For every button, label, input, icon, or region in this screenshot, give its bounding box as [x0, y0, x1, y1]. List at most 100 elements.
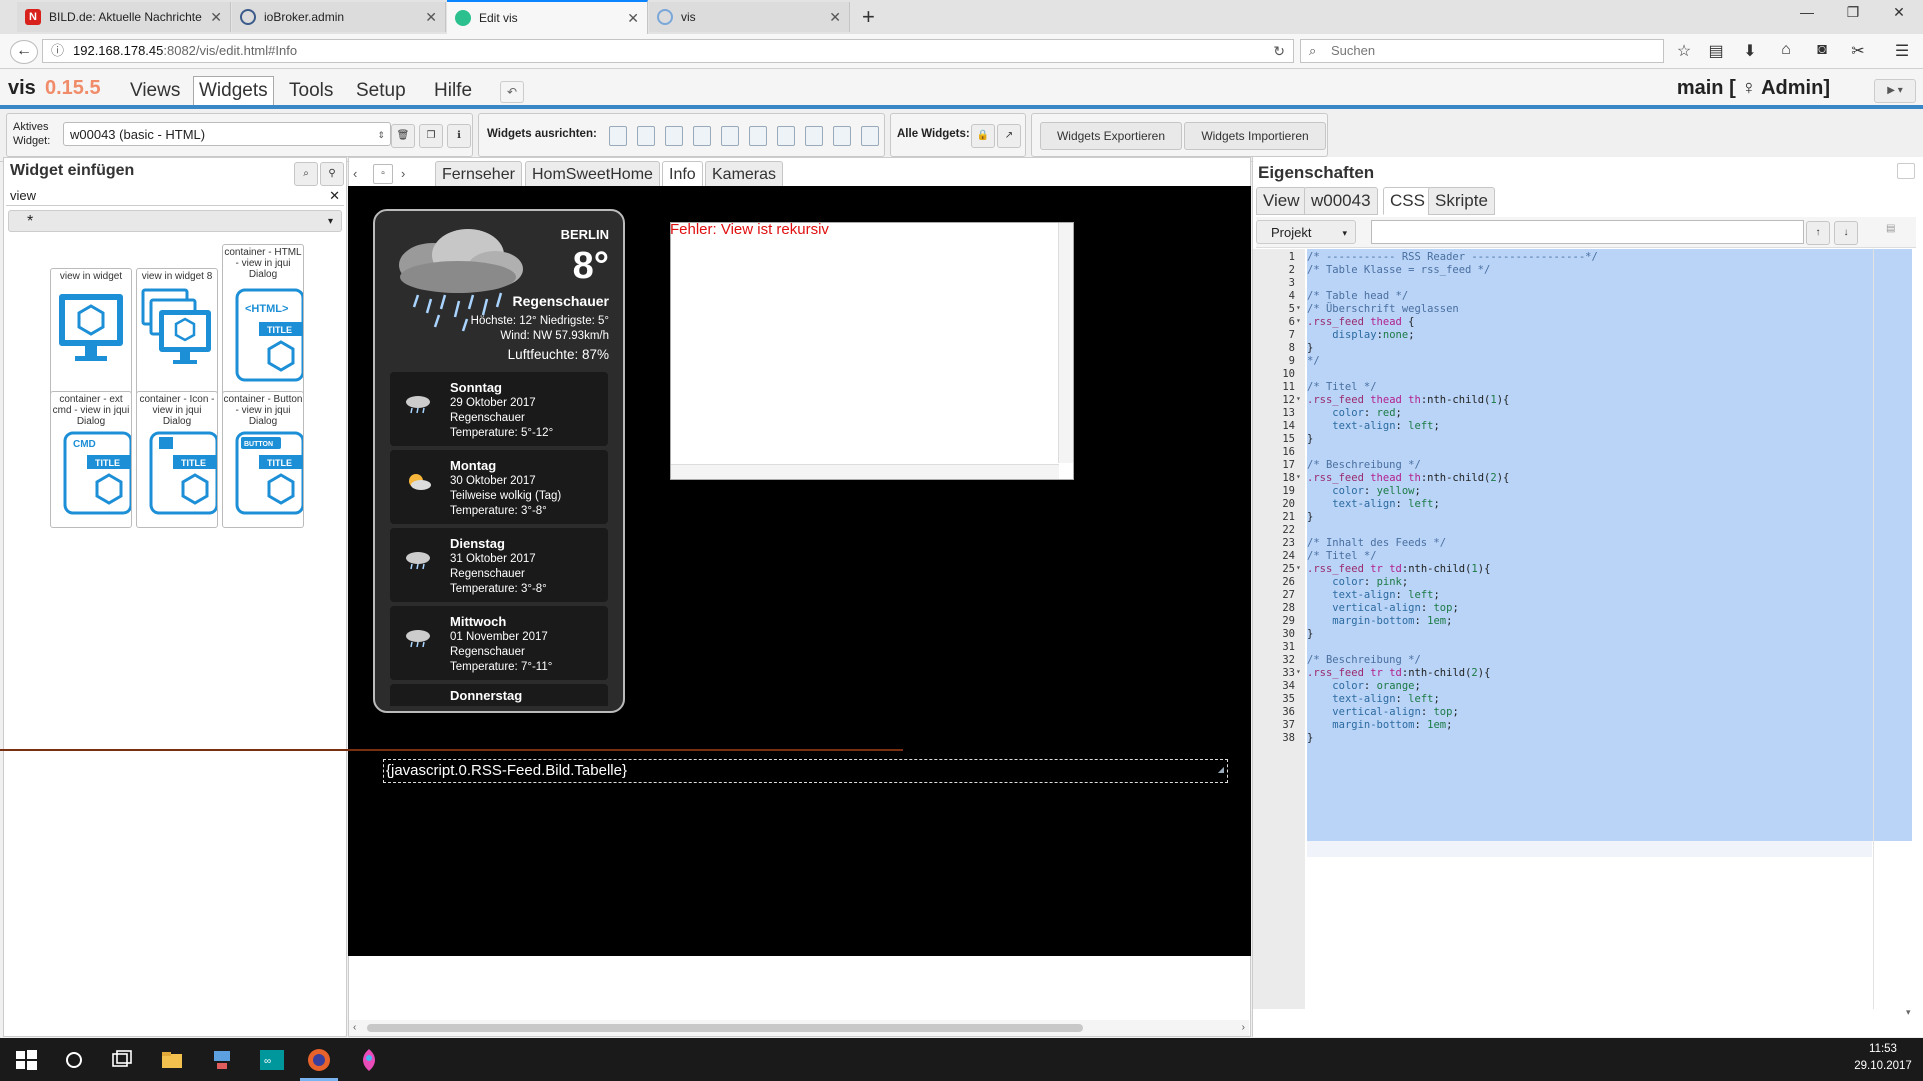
file-explorer-icon[interactable]: [158, 1046, 186, 1074]
network-app-icon[interactable]: [208, 1046, 236, 1074]
widget-filter-input[interactable]: view ✕: [6, 186, 344, 206]
close-tab-icon[interactable]: ✕: [425, 9, 437, 26]
browser-tab-edit-vis[interactable]: Edit vis ✕: [447, 0, 648, 34]
widget-tile-container-button[interactable]: container - Button - view in jqui Dialog…: [222, 391, 305, 528]
menu-tools[interactable]: Tools: [283, 76, 339, 106]
same-height-icon[interactable]: [861, 126, 879, 146]
pin-icon[interactable]: ⚲: [320, 162, 344, 186]
view-tab-info[interactable]: Info: [662, 161, 703, 189]
css-search-input[interactable]: [1371, 220, 1804, 244]
align-left-icon[interactable]: [609, 126, 627, 146]
scroll-thumb[interactable]: [367, 1024, 1083, 1032]
scroll-right-icon[interactable]: ›: [1242, 1022, 1245, 1033]
horizontal-scrollbar[interactable]: [671, 464, 1059, 479]
fold-arrow-icon[interactable]: ▾: [1296, 563, 1301, 572]
search-next-icon[interactable]: ↓: [1834, 221, 1858, 245]
align-top-icon[interactable]: [665, 126, 683, 146]
fold-arrow-icon[interactable]: ▾: [1296, 394, 1301, 403]
hamburger-menu-icon[interactable]: ☰: [1890, 41, 1914, 61]
back-arrow-icon[interactable]: ←: [10, 40, 38, 64]
delete-widget-trash-icon[interactable]: 🗑: [391, 124, 415, 148]
restore-icon[interactable]: ❐: [1833, 4, 1873, 21]
menu-setup[interactable]: Setup: [350, 76, 412, 106]
widget-tile-view-in-widget[interactable]: view in widget: [50, 268, 132, 405]
prop-tab-widget[interactable]: w00043: [1304, 187, 1378, 215]
window-close-icon[interactable]: ✕: [1879, 4, 1919, 21]
prev-view-icon[interactable]: ‹: [353, 166, 357, 181]
home-icon[interactable]: ⌂: [1774, 41, 1798, 59]
view-tab-homsweethome[interactable]: HomSweetHome: [525, 161, 660, 189]
widget-category-select[interactable]: * ▾: [8, 210, 342, 232]
widget-tile-view-in-widget-8[interactable]: view in widget 8: [136, 268, 218, 405]
prop-tab-css[interactable]: CSS: [1383, 187, 1432, 215]
rss-html-widget[interactable]: {javascript.0.RSS-Feed.Bild.Tabelle} ◢: [383, 759, 1228, 783]
paint-app-icon[interactable]: [355, 1046, 383, 1074]
distribute-horizontal-icon[interactable]: [777, 126, 795, 146]
view-tab-kameras[interactable]: Kameras: [705, 161, 784, 189]
new-tab-icon[interactable]: +: [862, 4, 875, 30]
fold-arrow-icon[interactable]: ▾: [1296, 316, 1301, 325]
widget-tile-container-html[interactable]: container - HTML - view in jqui Dialog <…: [222, 244, 305, 405]
undo-icon[interactable]: ↶: [500, 81, 524, 103]
bookmark-star-icon[interactable]: ☆: [1672, 41, 1696, 61]
menu-widgets[interactable]: Widgets: [193, 76, 274, 105]
task-view-icon[interactable]: [108, 1046, 136, 1074]
widget-tile-container-ext-cmd[interactable]: container - ext cmd - view in jqui Dialo…: [50, 391, 133, 528]
close-tab-icon[interactable]: ✕: [829, 9, 841, 26]
align-right-icon[interactable]: [637, 126, 655, 146]
search-box[interactable]: ⌕ Suchen: [1300, 39, 1664, 63]
minimize-icon[interactable]: —: [1787, 4, 1827, 20]
scroll-down-icon[interactable]: ▾: [1906, 1007, 1911, 1018]
firefox-icon[interactable]: [305, 1046, 333, 1074]
close-tab-icon[interactable]: ✕: [627, 10, 639, 27]
search-prev-icon[interactable]: ↑: [1806, 221, 1830, 245]
collapse-panel-icon[interactable]: [1897, 163, 1915, 179]
run-view-button[interactable]: ▶ ▾: [1874, 79, 1916, 103]
vertical-scrollbar[interactable]: [1058, 223, 1073, 463]
library-icon[interactable]: ▤: [1704, 41, 1728, 61]
reload-icon[interactable]: ↻: [1273, 40, 1285, 62]
copy-widget-icon[interactable]: ❐: [419, 124, 443, 148]
import-widgets-button[interactable]: Widgets Importieren: [1184, 122, 1326, 150]
menu-hilfe[interactable]: Hilfe: [428, 76, 478, 106]
views-menu-icon[interactable]: ▫: [373, 164, 393, 184]
fold-arrow-icon[interactable]: ▾: [1296, 303, 1301, 312]
align-hcenter-icon[interactable]: [749, 126, 767, 146]
external-link-icon[interactable]: ↗: [997, 124, 1021, 148]
url-bar[interactable]: ⓘ 192.168.178.45:8082/vis/edit.html#Info…: [42, 39, 1294, 63]
close-tab-icon[interactable]: ✕: [210, 9, 222, 26]
arduino-icon[interactable]: ∞: [258, 1046, 286, 1074]
cortana-search-icon[interactable]: [60, 1046, 88, 1074]
view-canvas[interactable]: BERLIN 8° Regenschauer Höchste: 12° Nied…: [348, 186, 1251, 956]
scroll-left-icon[interactable]: ‹: [353, 1022, 356, 1033]
distribute-vertical-icon[interactable]: [805, 126, 823, 146]
css-options-icon[interactable]: ▤: [1886, 223, 1895, 234]
prop-tab-skripte[interactable]: Skripte: [1428, 187, 1495, 215]
css-code-editor[interactable]: 1/* ----------- RSS Reader -------------…: [1253, 249, 1918, 1009]
lock-icon[interactable]: 🔒: [971, 124, 995, 148]
fold-arrow-icon[interactable]: ▾: [1296, 472, 1301, 481]
search-toggle-icon[interactable]: ⌕: [294, 162, 318, 186]
resize-handle-icon[interactable]: ◢: [1218, 759, 1224, 781]
export-widgets-button[interactable]: Widgets Exportieren: [1040, 122, 1182, 150]
pocket-icon[interactable]: ◙: [1810, 41, 1834, 59]
align-bottom-icon[interactable]: [693, 126, 711, 146]
browser-tab-vis[interactable]: vis ✕: [649, 2, 850, 32]
view-tab-fernseher[interactable]: Fernseher: [435, 161, 522, 189]
canvas-horizontal-scrollbar[interactable]: ‹ ›: [349, 1020, 1249, 1036]
same-width-icon[interactable]: [833, 126, 851, 146]
css-scope-select[interactable]: Projekt ▾: [1256, 220, 1356, 244]
menu-views[interactable]: Views: [124, 76, 186, 106]
download-icon[interactable]: ⬇: [1738, 41, 1762, 61]
extension-icon[interactable]: ✂: [1846, 41, 1870, 61]
browser-tab-bild[interactable]: N BILD.de: Aktuelle Nachrichte ✕: [17, 2, 231, 32]
align-vcenter-icon[interactable]: [721, 126, 739, 146]
info-icon[interactable]: ⓘ: [51, 40, 64, 62]
browser-tab-iobroker[interactable]: ioBroker.admin ✕: [232, 2, 446, 32]
prop-tab-view[interactable]: View: [1256, 187, 1307, 215]
widget-tile-container-icon[interactable]: container - Icon - view in jqui Dialog T…: [136, 391, 219, 528]
clear-filter-icon[interactable]: ✕: [329, 186, 340, 206]
active-widget-select[interactable]: w00043 (basic - HTML) ⇕: [63, 122, 391, 146]
view-in-widget-frame[interactable]: [670, 222, 1074, 480]
windows-start-icon[interactable]: [12, 1046, 40, 1074]
